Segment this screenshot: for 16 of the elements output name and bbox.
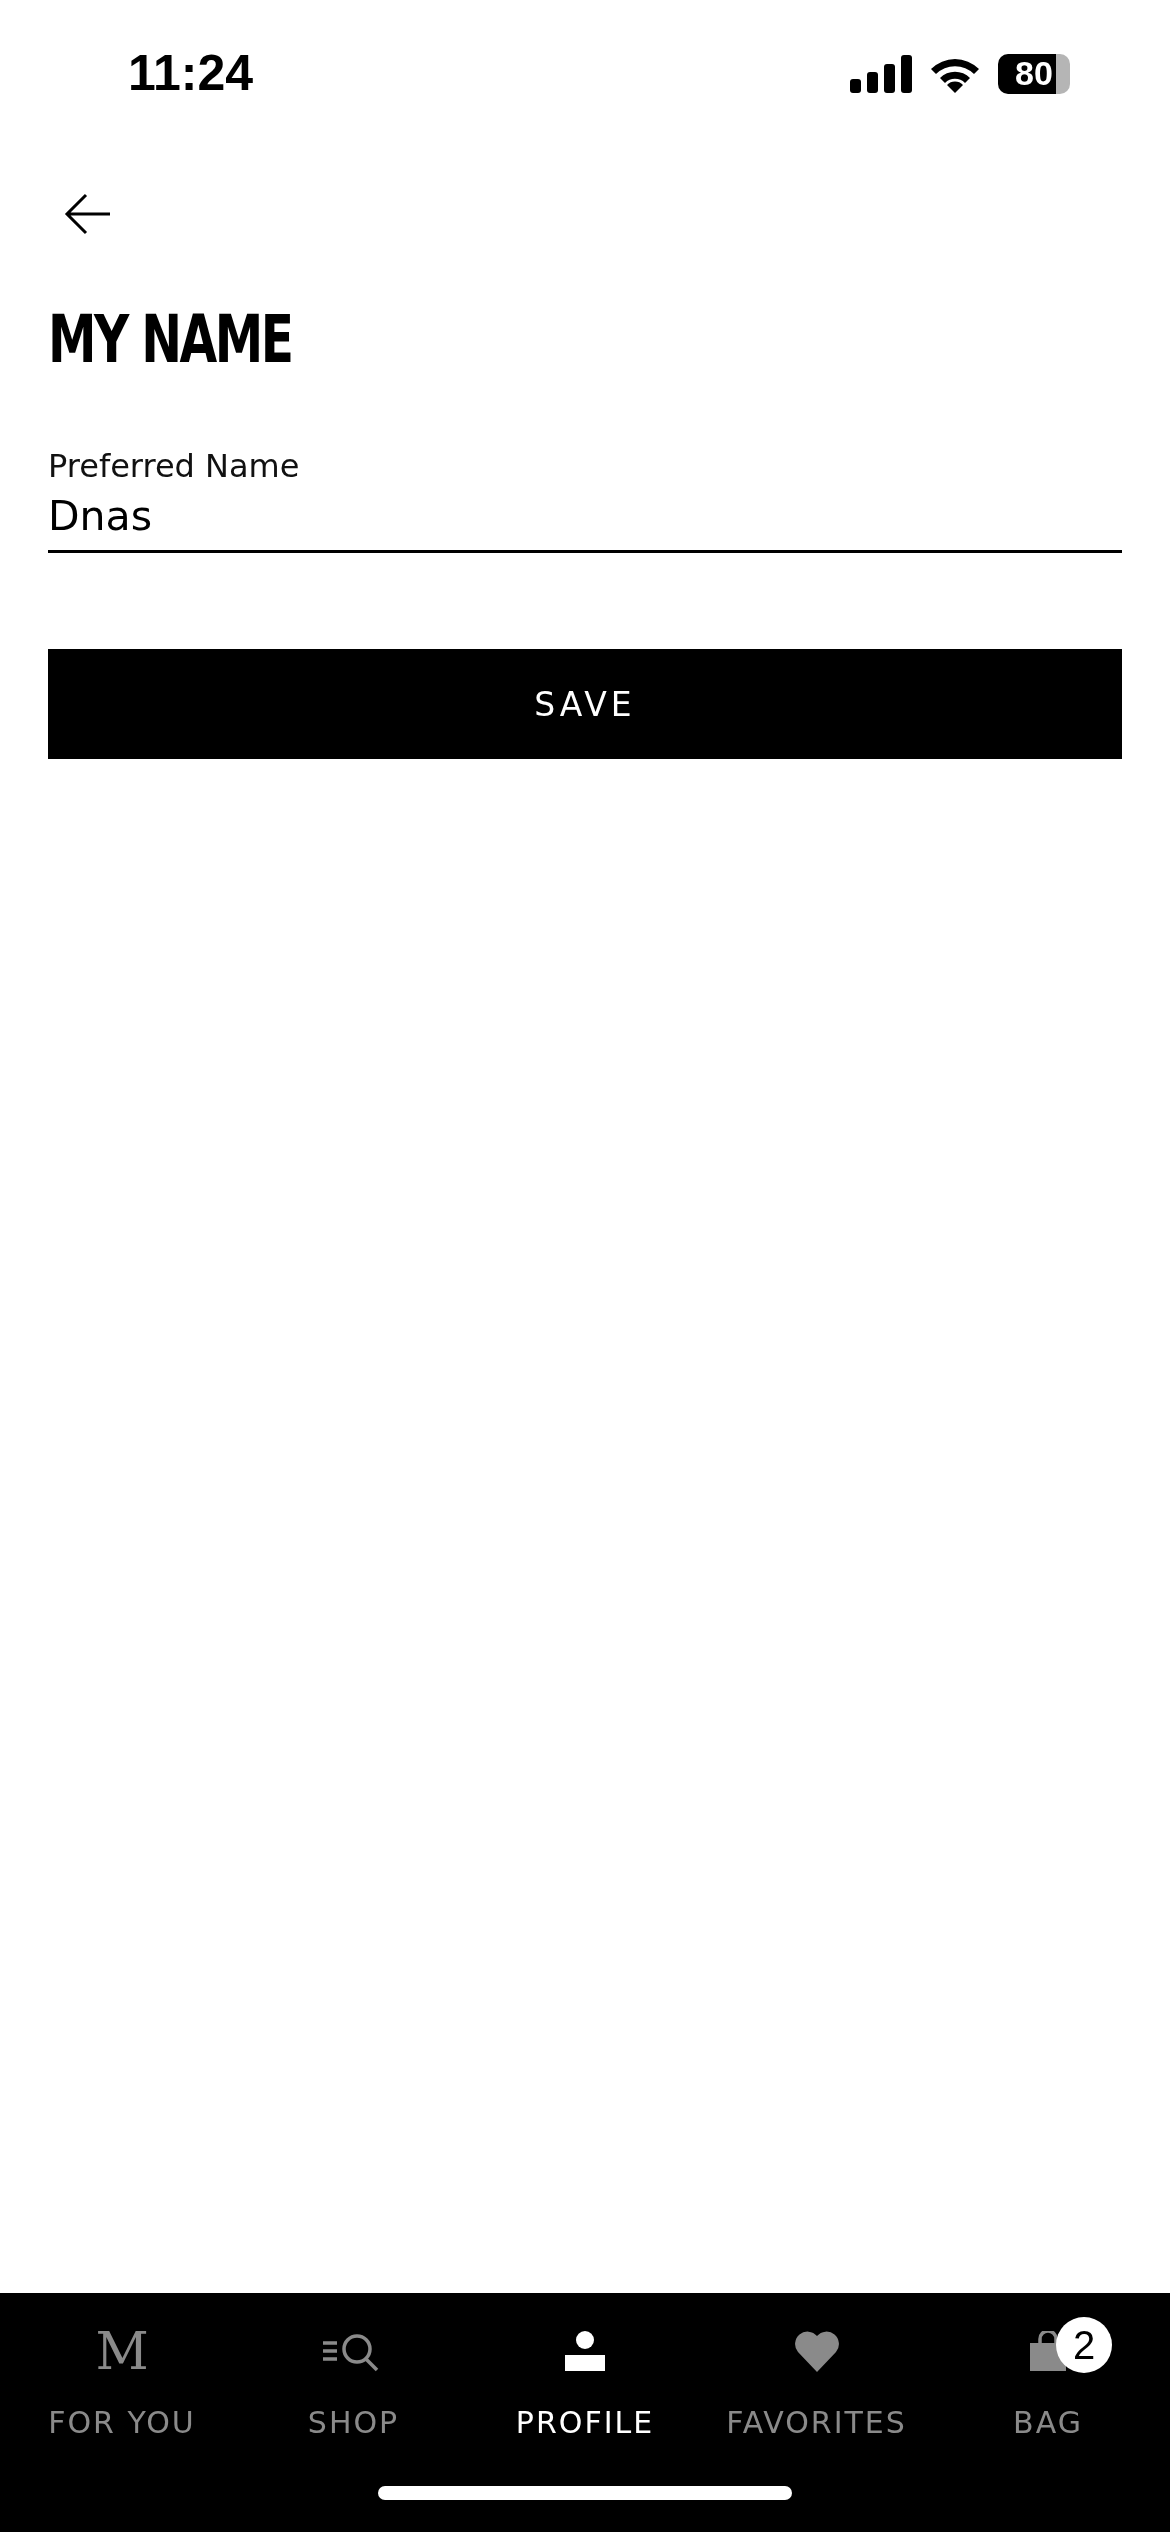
tab-item[interactable]: 2 BAG bbox=[938, 2293, 1158, 2440]
tab-item[interactable]: M FOR YOU bbox=[12, 2293, 232, 2440]
count-badge: 2 bbox=[1056, 2317, 1112, 2373]
field-label: Preferred Name bbox=[48, 446, 301, 487]
signal-icon bbox=[850, 54, 912, 93]
status-time: 11:24 bbox=[128, 44, 254, 102]
tab-item[interactable]: FAVORITES bbox=[706, 2293, 927, 2440]
logo-icon: M bbox=[95, 2323, 149, 2379]
battery-icon: 80 bbox=[998, 53, 1070, 94]
person-icon bbox=[565, 2331, 605, 2371]
name-field[interactable]: Dnas bbox=[48, 488, 1122, 553]
save-button[interactable]: SAVE bbox=[48, 649, 1122, 759]
heart-icon bbox=[792, 2330, 841, 2372]
tab-item[interactable]: SHOP bbox=[243, 2293, 464, 2440]
page-title: MY NAME bbox=[48, 300, 293, 380]
tab-item[interactable]: PROFILE bbox=[475, 2293, 695, 2440]
